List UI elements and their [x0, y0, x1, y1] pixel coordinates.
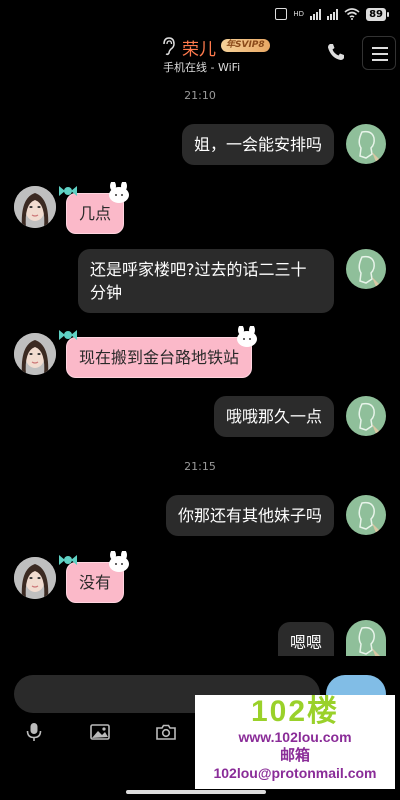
message-bubble-outgoing[interactable]: 你那还有其他妹子吗: [165, 495, 334, 536]
message-bubble-incoming[interactable]: 现在搬到金台路地铁站: [59, 326, 258, 378]
chat-header: 荣儿 年SVIP8 手机在线 - WiFi: [0, 28, 400, 78]
contact-avatar[interactable]: [14, 186, 56, 228]
message-bubble-outgoing[interactable]: 嗯嗯: [277, 622, 334, 656]
self-avatar[interactable]: [346, 249, 386, 289]
contact-photo: [14, 186, 56, 228]
bunny-decoration-icon: [237, 326, 258, 347]
screen-record-icon: [275, 8, 288, 20]
candy-decoration-icon: [59, 330, 77, 340]
self-avatar[interactable]: [346, 620, 386, 656]
ear-icon[interactable]: [160, 36, 176, 56]
status-icons: HD 89: [275, 6, 389, 22]
self-avatar[interactable]: [346, 495, 386, 535]
watermark-email: 102lou@protonmail.com: [213, 765, 377, 781]
image-icon[interactable]: [89, 721, 111, 743]
contact-photo: [14, 557, 56, 599]
network-type: HD: [293, 10, 305, 18]
message-text: 几点: [79, 204, 112, 223]
watermark-brand: 102楼: [250, 695, 340, 728]
timestamp: 21:15: [184, 460, 216, 473]
watermark-site: www.102lou.com: [238, 729, 352, 745]
avatar-illustration: [358, 130, 380, 162]
home-indicator[interactable]: [126, 790, 266, 794]
candy-decoration-icon: [59, 186, 77, 196]
avatar-illustration: [358, 255, 380, 287]
bunny-decoration-icon: [109, 182, 130, 203]
phone-icon[interactable]: [326, 42, 346, 62]
menu-button[interactable]: [362, 36, 396, 70]
message-bubble-outgoing[interactable]: 哦哦那久一点: [213, 396, 334, 437]
battery-indicator: 89: [366, 7, 389, 21]
candy-decoration-icon: [59, 555, 77, 565]
avatar-illustration: [358, 501, 380, 533]
avatar-illustration: [358, 626, 380, 656]
bunny-decoration-icon: [109, 551, 130, 572]
message-bubble-outgoing[interactable]: 姐，一会能安排吗: [181, 124, 334, 165]
contact-photo: [14, 333, 56, 375]
self-avatar[interactable]: [346, 124, 386, 164]
message-bubble-outgoing[interactable]: 还是呼家楼吧?过去的话二三十分钟: [78, 249, 334, 313]
status-bar: HD 89: [0, 0, 400, 28]
contact-name[interactable]: 荣儿: [182, 35, 216, 60]
camera-icon[interactable]: [155, 721, 177, 743]
message-bubble-incoming[interactable]: 几点: [59, 182, 130, 234]
message-bubble-incoming[interactable]: 没有: [59, 551, 130, 603]
online-status: 手机在线 - WiFi: [163, 61, 241, 74]
avatar-illustration: [358, 402, 380, 434]
contact-avatar[interactable]: [14, 333, 56, 375]
vip-badge: 年SVIP8: [221, 39, 270, 52]
self-avatar[interactable]: [346, 396, 386, 436]
wifi-icon: [344, 8, 360, 20]
watermark: 102楼 www.102lou.com 邮箱 102lou@protonmail…: [195, 695, 395, 789]
message-text: 现在搬到金台路地铁站: [79, 348, 240, 367]
microphone-icon[interactable]: [23, 721, 45, 743]
message-text: 没有: [79, 573, 112, 592]
watermark-mail-label: 邮箱: [279, 746, 310, 764]
timestamp: 21:10: [184, 89, 216, 102]
signal-icon-2: [327, 8, 339, 20]
contact-avatar[interactable]: [14, 557, 56, 599]
signal-icon: [310, 8, 322, 20]
